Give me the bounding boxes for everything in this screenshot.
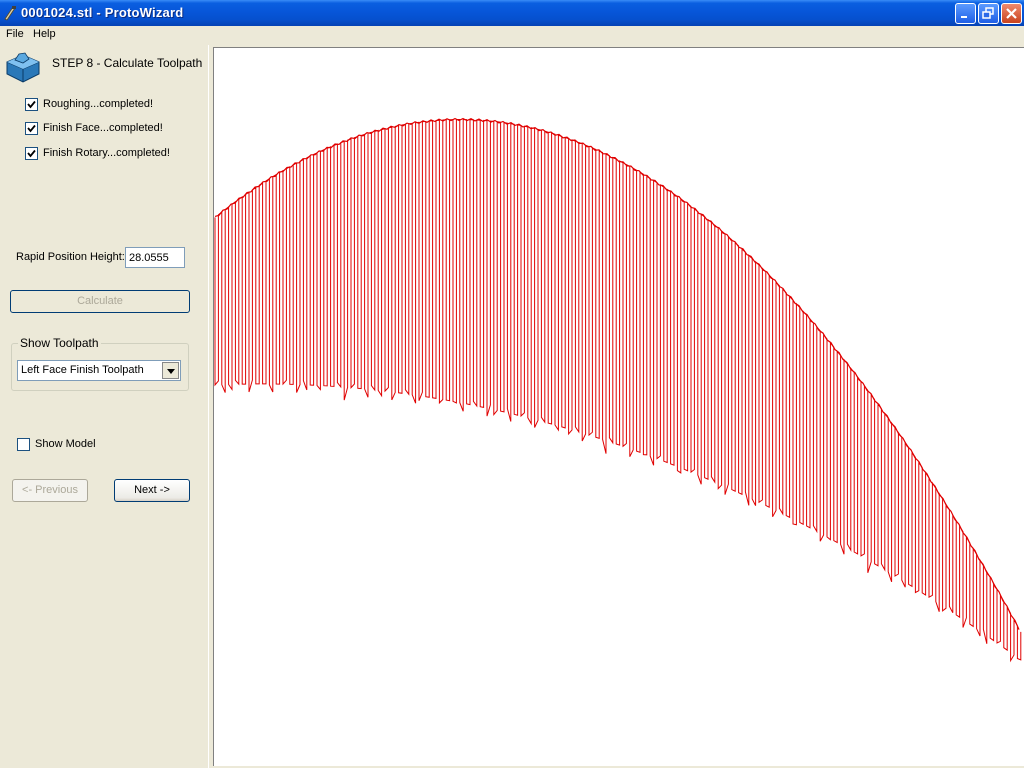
- check-icon: [27, 124, 36, 133]
- next-button[interactable]: Next ->: [114, 479, 190, 502]
- close-button[interactable]: [1001, 3, 1022, 24]
- finish-face-label: Finish Face...completed!: [43, 122, 163, 134]
- previous-button[interactable]: <- Previous: [12, 479, 88, 502]
- menu-bar: File Help: [0, 26, 1024, 45]
- check-icon: [27, 149, 36, 158]
- window-title: 0001024.stl - ProtoWizard: [21, 5, 184, 20]
- restore-button[interactable]: [978, 3, 999, 24]
- chevron-down-icon: [167, 369, 175, 374]
- show-toolpath-label: Show Toolpath: [18, 336, 101, 350]
- rapid-height-input[interactable]: [125, 247, 185, 268]
- roughing-label: Roughing...completed!: [43, 98, 154, 110]
- menu-file[interactable]: File: [6, 28, 24, 40]
- step-title: STEP 8 - Calculate Toolpath: [52, 56, 203, 70]
- minimize-icon: [961, 16, 967, 18]
- toolpath-select-value: Left Face Finish Toolpath: [21, 364, 144, 376]
- finish-face-checkbox[interactable]: [25, 122, 38, 135]
- menu-help[interactable]: Help: [33, 28, 56, 40]
- finish-rotary-checkbox[interactable]: [25, 147, 38, 160]
- app-icon: [4, 6, 16, 21]
- calculate-button[interactable]: Calculate: [10, 290, 190, 313]
- toolpath-path: [214, 118, 1022, 663]
- rapid-height-label: Rapid Position Height:: [16, 251, 125, 263]
- close-icon: [1006, 8, 1017, 19]
- roughing-checkbox[interactable]: [25, 98, 38, 111]
- toolpath-viewport[interactable]: [213, 47, 1024, 766]
- minimize-button[interactable]: [955, 3, 976, 24]
- check-icon: [27, 100, 36, 109]
- step-icon: [6, 52, 40, 83]
- toolpath-drawing: [214, 117, 1022, 663]
- show-model-label: Show Model: [35, 438, 96, 450]
- title-bar: 0001024.stl - ProtoWizard: [0, 0, 1024, 26]
- dropdown-button[interactable]: [162, 362, 179, 379]
- finish-rotary-label: Finish Rotary...completed!: [43, 147, 170, 159]
- restore-icon: [982, 7, 994, 19]
- toolpath-select[interactable]: Left Face Finish Toolpath: [17, 360, 181, 381]
- show-model-checkbox[interactable]: [17, 438, 30, 451]
